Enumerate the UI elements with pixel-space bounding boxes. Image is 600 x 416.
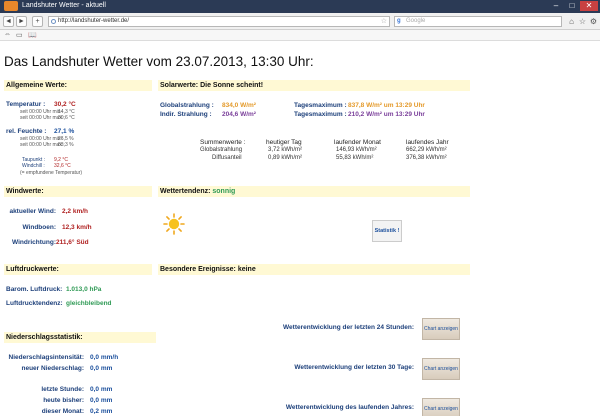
precip-new-label: neuer Niederschlag: <box>21 365 85 372</box>
windchill-label: Windchill : <box>22 163 45 169</box>
precip-today-value: 0,0 mm <box>90 397 113 404</box>
wind-current-label: aktueller Wind: <box>9 208 56 215</box>
tendency-header-value: sonnig <box>212 188 236 195</box>
sum-row-global-today: 3,72 kWh/m² <box>268 147 303 153</box>
forward-button[interactable]: ► <box>16 16 27 27</box>
pressure-baro-label: Barom. Luftdruck: <box>6 286 63 293</box>
sum-col-today: heutiger Tag <box>266 139 302 146</box>
search-placeholder: Google <box>406 18 426 24</box>
globe-icon <box>51 19 56 24</box>
window-titlebar: Landshuter Wetter - aktuell – □ ✕ <box>0 0 600 13</box>
precip-header: Niederschlagsstatistik: <box>6 334 83 341</box>
wind-current-value: 2,2 km/h <box>62 208 89 215</box>
chart-24h-label: Wetterentwicklung der letzten 24 Stunden… <box>283 324 414 331</box>
sum-label: Summenwerte : <box>200 139 246 146</box>
back-button[interactable]: ◄ <box>3 16 14 27</box>
gear-icon[interactable]: ⚙ <box>588 16 599 27</box>
events-header-label: Besondere Ereignisse: <box>160 266 236 273</box>
home-icon[interactable]: ⌂ <box>566 16 577 27</box>
reader-icon[interactable]: ▭ <box>16 31 23 39</box>
wind-gust-value: 12,3 km/h <box>62 224 92 231</box>
precip-intensity-value: 0,0 mm/h <box>90 354 119 361</box>
events-header-value: keine <box>237 266 256 273</box>
sum-col-year: laufendes Jahr <box>406 139 449 146</box>
global-radiation-value: 834,0 W/m² <box>222 102 256 109</box>
url-bar[interactable]: http://landshuter-wetter.de/ ☆ <box>48 16 390 27</box>
sum-col-month: laufender Monat <box>334 139 381 146</box>
search-input[interactable]: g Google <box>394 16 562 27</box>
sum-row-diffuse-year: 376,38 kWh/m² <box>406 155 447 161</box>
sun-icon <box>163 213 185 235</box>
indirect-radiation-label: Indir. Strahlung : <box>160 111 212 118</box>
navigation-toolbar: ◄ ► + http://landshuter-wetter.de/ ☆ g G… <box>0 13 600 30</box>
global-radiation-label: Globalstrahlung : <box>160 102 214 109</box>
bookmark-bar: ⇔ ▭ 📖 <box>0 30 600 41</box>
book-icon[interactable]: 📖 <box>28 31 37 39</box>
favorites-icon[interactable]: ☆ <box>577 16 588 27</box>
pressure-baro-value: 1.013,0 hPa <box>66 286 102 293</box>
precip-month-label: dieser Monat: <box>41 408 84 415</box>
chart-30d-label: Wetterentwicklung der letzten 30 Tage: <box>294 364 414 371</box>
bookmark-star-icon[interactable]: ☆ <box>381 17 387 26</box>
statistics-button[interactable]: Statistik ! <box>372 220 402 242</box>
window-title: Landshuter Wetter - aktuell <box>22 2 106 9</box>
precip-today-label: heute bisher: <box>43 397 84 404</box>
windchill-value: 32,6 °C <box>54 163 71 169</box>
chart-24h-button[interactable]: Chart anzeigen <box>422 318 460 340</box>
web-page: Das Landshuter Wetter vom 23.07.2013, 13… <box>0 42 600 416</box>
close-button[interactable]: ✕ <box>580 1 598 11</box>
humidity-value: 27,1 % <box>54 128 75 135</box>
firefox-app-icon[interactable] <box>4 1 18 11</box>
minimize-button[interactable]: – <box>548 1 564 11</box>
url-text: http://landshuter-wetter.de/ <box>58 18 130 24</box>
solar-header-label: Solarwerte: <box>160 82 199 89</box>
wind-direction-value: 211,6° Süd <box>56 239 89 246</box>
tendency-header: Wettertendenz: sonnig <box>160 188 235 195</box>
global-max-label: Tagesmaximum : <box>294 102 347 109</box>
temp-value: 30,2 °C <box>54 101 76 108</box>
temp-label: Temperatur : <box>6 101 46 108</box>
sum-row-diffuse-month: 55,83 kWh/m² <box>336 155 374 161</box>
maximize-button[interactable]: □ <box>564 1 580 11</box>
wind-gust-label: Windboen: <box>22 224 56 231</box>
wind-direction-label: Windrichtung: <box>12 239 56 246</box>
precip-intensity-label: Niederschlagsintensität: <box>8 354 85 361</box>
wind-header: Windwerte: <box>6 188 44 195</box>
general-header: Allgemeine Werte: <box>6 82 67 89</box>
humidity-label: rel. Feuchte : <box>6 128 47 135</box>
chart-year-button[interactable]: Chart anzeigen <box>422 398 460 416</box>
solar-header: Solarwerte: Die Sonne scheint! <box>160 82 263 89</box>
tendency-header-label: Wettertendenz: <box>160 188 211 195</box>
sum-row-diffuse-label: Diffusanteil <box>212 155 242 161</box>
precip-month-value: 0,2 mm <box>90 408 113 415</box>
chart-30d-button[interactable]: Chart anzeigen <box>422 358 460 380</box>
humidity-max-value: 83,3 % <box>58 142 74 148</box>
events-header: Besondere Ereignisse: keine <box>160 266 256 273</box>
pressure-header: Luftdruckwerte: <box>6 266 59 273</box>
sum-row-global-year: 662,29 kWh/m² <box>406 147 447 153</box>
precip-new-value: 0,0 mm <box>90 365 113 372</box>
pressure-trend-label: Luftdrucktendenz: <box>6 300 63 307</box>
precip-lasthour-label: letzte Stunde: <box>41 386 84 393</box>
temp-max-value: 30,6 °C <box>58 115 75 121</box>
pressure-trend-value: gleichbleibend <box>66 300 112 307</box>
new-tab-button[interactable]: + <box>32 16 43 27</box>
sum-row-diffuse-today: 0,89 kWh/m² <box>268 155 303 161</box>
sum-row-global-month: 146,93 kWh/m² <box>336 147 377 153</box>
sum-row-global-label: Globalstrahlung <box>200 147 243 153</box>
google-search-icon: g <box>397 18 401 24</box>
global-max-value: 837,8 W/m² um 13:29 Uhr <box>348 102 425 109</box>
windchill-note: (= empfundene Temperatur) <box>20 170 83 176</box>
chart-year-label: Wetterentwicklung des laufenden Jahres: <box>285 404 414 411</box>
indirect-max-label: Tagesmaximum : <box>294 111 347 118</box>
sync-icon[interactable]: ⇔ <box>4 31 11 38</box>
indirect-radiation-value: 204,6 W/m² <box>222 111 256 118</box>
page-title: Das Landshuter Wetter vom 23.07.2013, 13… <box>4 54 314 69</box>
precip-lasthour-value: 0,0 mm <box>90 386 113 393</box>
indirect-max-value: 210,2 W/m² um 13:29 Uhr <box>348 111 425 118</box>
solar-header-value: Die Sonne scheint! <box>200 82 264 89</box>
